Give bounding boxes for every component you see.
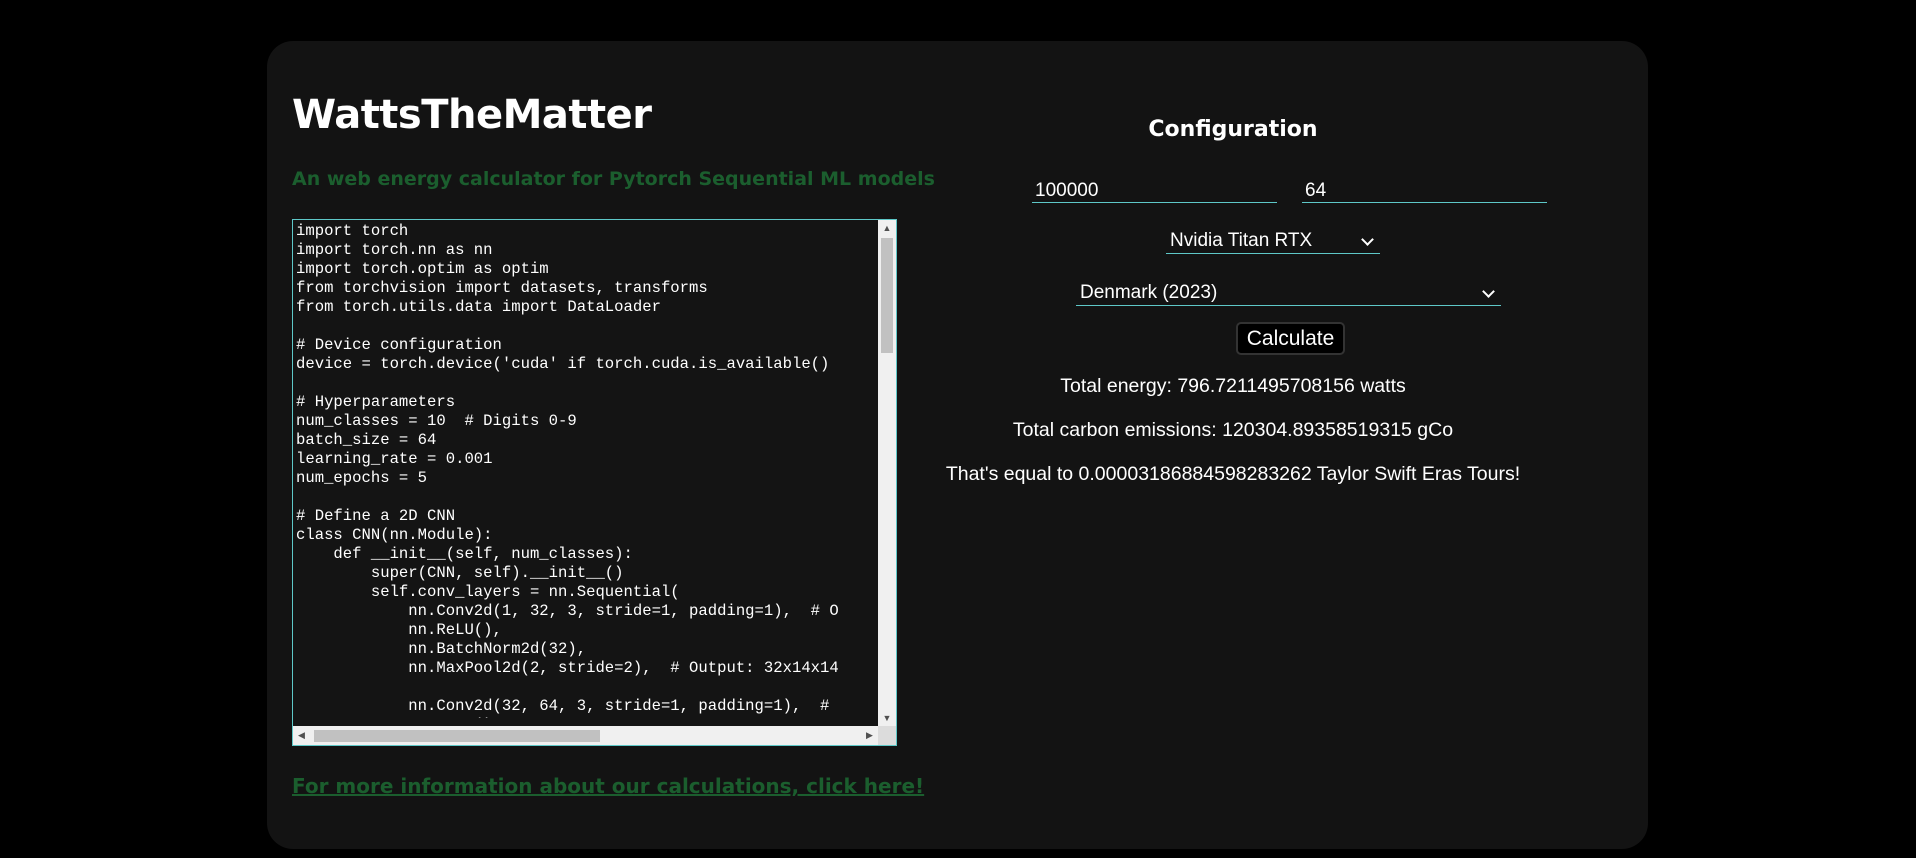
vertical-scrollbar[interactable]: ▲ ▼ [878,220,896,726]
gpu-select-value: Nvidia Titan RTX [1170,230,1313,251]
gpu-select[interactable]: Nvidia Titan RTX [1166,230,1380,254]
horizontal-scrollbar[interactable]: ◀ ▶ [293,726,878,745]
total-carbon-text: Total carbon emissions: 120304.893585193… [1012,419,1454,441]
equivalence-text: That's equal to 0.000031868845982832​62 … [945,463,1521,485]
batch-size-input[interactable] [1302,179,1547,203]
scroll-up-arrow-icon[interactable]: ▲ [878,220,896,236]
scroll-right-arrow-icon[interactable]: ▶ [861,726,878,745]
scroll-down-arrow-icon[interactable]: ▼ [878,710,896,726]
app-title: WattsTheMatter [292,92,652,138]
code-textarea[interactable]: import torch import torch.nn as nn impor… [296,222,876,718]
main-card: WattsTheMatter An web energy calculator … [267,41,1648,849]
epochs-input[interactable] [1032,179,1277,203]
scrollbar-corner [878,726,896,745]
info-link[interactable]: For more information about our calculati… [292,774,924,798]
total-energy-text: Total energy: 796.7211495708156 watts [1060,375,1406,397]
app-subtitle: An web energy calculator for Pytorch Seq… [292,168,935,190]
code-editor[interactable]: import torch import torch.nn as nn impor… [292,219,897,746]
chevron-down-icon [1482,285,1495,298]
horizontal-scroll-thumb[interactable] [314,730,600,742]
chevron-down-icon [1361,233,1374,246]
scroll-left-arrow-icon[interactable]: ◀ [293,726,310,745]
calculate-button[interactable]: Calculate [1236,322,1345,355]
config-title: Configuration [1148,117,1318,142]
region-select-value: Denmark (2023) [1080,282,1218,303]
vertical-scroll-thumb[interactable] [881,238,893,353]
region-select[interactable]: Denmark (2023) [1076,282,1501,306]
